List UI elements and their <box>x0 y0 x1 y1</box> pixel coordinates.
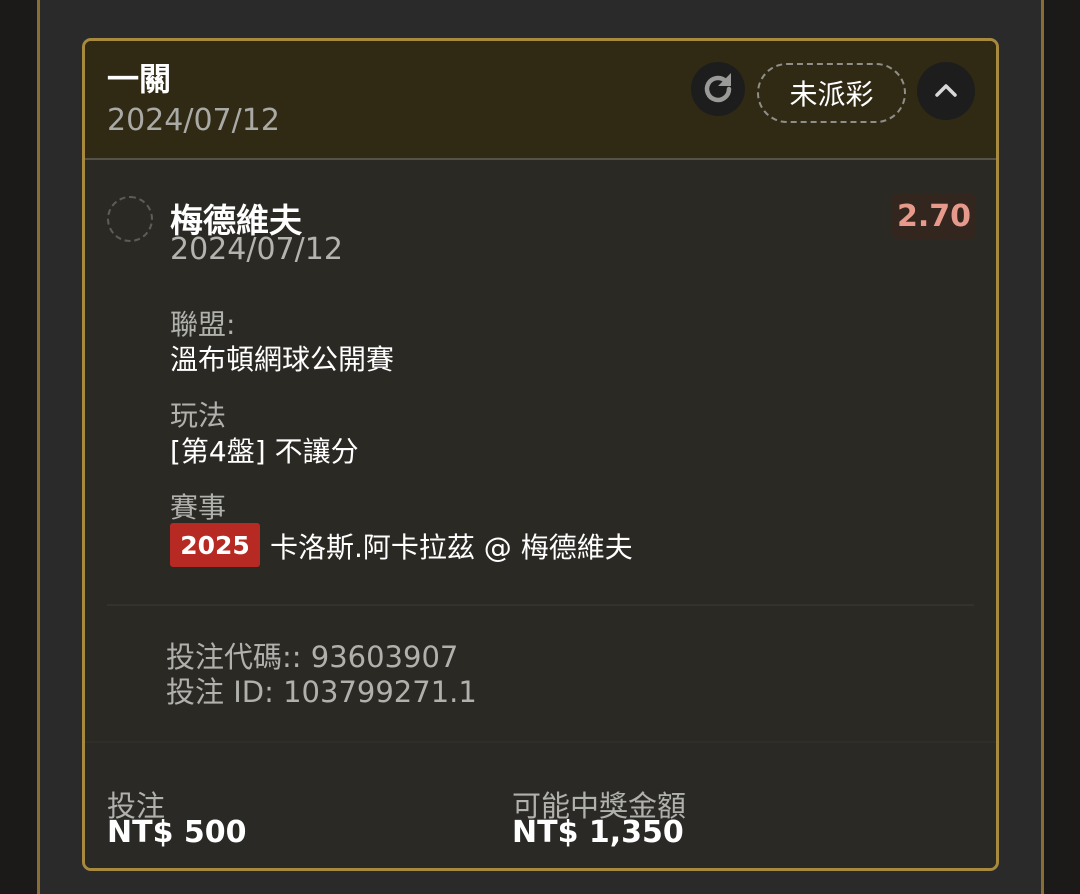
event-match: 卡洛斯.阿卡拉茲 @ 梅德維夫 <box>270 531 633 564</box>
bet-type-title: 一關 <box>107 60 172 98</box>
league-value: 溫布頓網球公開賽 <box>170 343 395 376</box>
odds-value: 2.70 <box>892 193 976 239</box>
status-badge: 未派彩 <box>757 63 906 123</box>
card-footer: 投注 NT$ 500 可能中獎金額 NT$ 1,350 <box>85 741 996 868</box>
event-year-badge: 2025 <box>170 523 260 567</box>
selection-radio[interactable] <box>107 196 153 242</box>
refresh-icon <box>704 73 732 103</box>
collapse-button[interactable] <box>917 62 975 120</box>
refresh-button[interactable] <box>691 62 745 116</box>
card-header: 一關 2024/07/12 未派彩 <box>85 41 996 160</box>
league-label: 聯盟: <box>170 308 236 341</box>
chevron-up-icon <box>935 84 957 97</box>
stake-value: NT$ 500 <box>107 815 247 850</box>
market-value: [第4盤] 不讓分 <box>170 435 359 468</box>
bet-card: 一關 2024/07/12 未派彩 梅德維夫 2024/07/12 2.70 聯… <box>82 38 999 871</box>
selection-date: 2024/07/12 <box>170 232 343 267</box>
payout-value: NT$ 1,350 <box>512 815 684 850</box>
header-date: 2024/07/12 <box>107 103 280 138</box>
bet-id: 投注 ID: 103799271.1 <box>166 675 477 709</box>
event-label: 賽事 <box>170 491 227 524</box>
market-label: 玩法 <box>170 399 227 432</box>
divider <box>107 604 974 606</box>
